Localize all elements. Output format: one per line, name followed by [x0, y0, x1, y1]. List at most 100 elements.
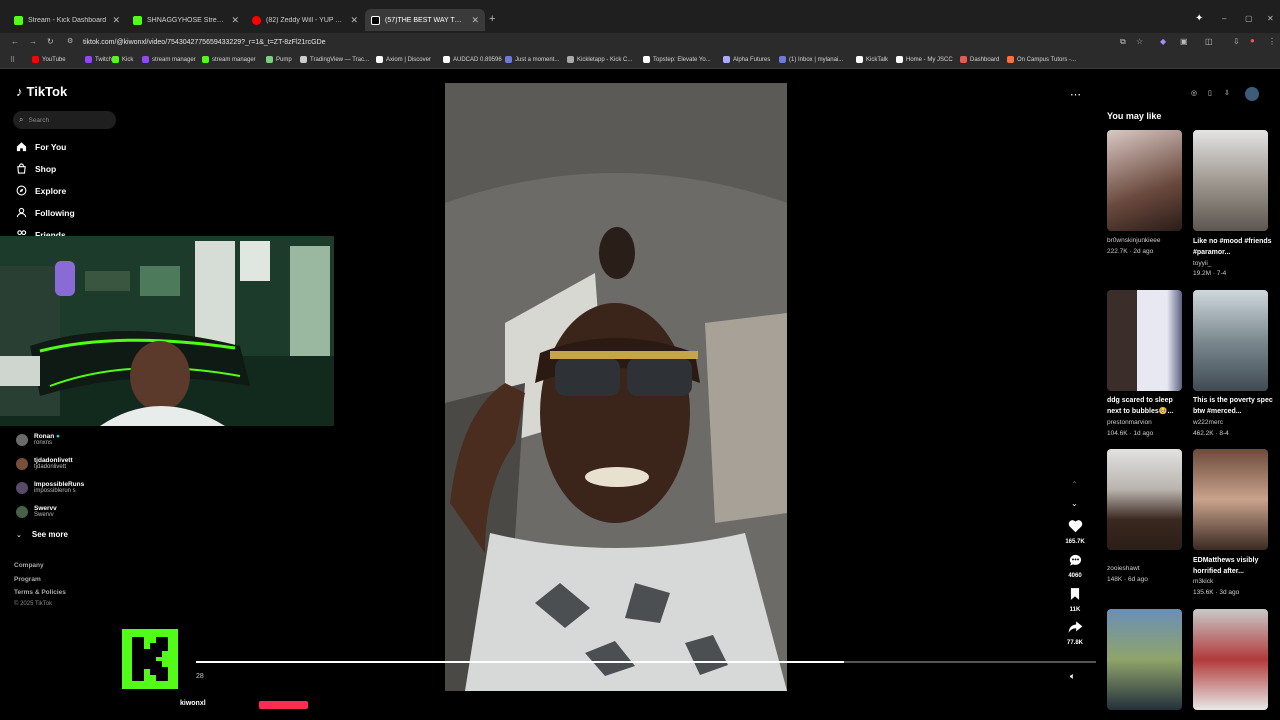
recommended-author[interactable]: w222merc	[1193, 419, 1223, 426]
avatar[interactable]	[1245, 87, 1259, 101]
search-input[interactable]: Search	[28, 117, 49, 124]
following-account[interactable]: Ronan ● ronxns	[16, 433, 60, 447]
video-author[interactable]: kiwonxl	[180, 700, 206, 707]
bookmark-item[interactable]: TradingView — Trac...	[300, 56, 369, 63]
video-thumbnail[interactable]	[1193, 449, 1268, 550]
recommended-title[interactable]: ddg scared to sleep next to bubbles🥺...	[1107, 395, 1187, 417]
recommended-title[interactable]: Like no #mood #friends #paramor...	[1193, 236, 1273, 258]
share-button[interactable]: 77.8K	[1062, 620, 1088, 646]
sidebar-icon[interactable]: ◫	[1205, 37, 1213, 46]
recommended-author[interactable]: toyyii_	[1193, 260, 1211, 267]
more-options-icon[interactable]: ⋯	[1070, 88, 1081, 101]
maximize-icon[interactable]: ▢	[1245, 14, 1253, 23]
bookmark-favicon-icon	[567, 56, 574, 63]
video-thumbnail[interactable]	[1107, 130, 1182, 231]
forward-icon[interactable]: →	[29, 37, 37, 46]
minimize-icon[interactable]: –	[1222, 14, 1226, 23]
see-more-button[interactable]: ⌄ See more	[16, 530, 68, 539]
bookmark-item[interactable]: Alpha Futures	[723, 56, 770, 63]
streamer-webcam	[0, 236, 334, 426]
browser-tab[interactable]: (82) Zeddy Will - YUP AND ✕	[246, 9, 364, 31]
recommended-author[interactable]: prestonmarvion	[1107, 419, 1152, 426]
bookmark-item[interactable]: Twitch	[85, 56, 112, 63]
footer-link-program[interactable]: Program	[14, 576, 41, 583]
reload-icon[interactable]: ↻	[47, 37, 54, 46]
recommended-author[interactable]: m3kick	[1193, 578, 1213, 585]
avatar	[16, 506, 28, 518]
bookmark-item[interactable]: AUDCAD 0.89596	[443, 56, 502, 63]
apps-grid-icon[interactable]: ⠿	[10, 56, 15, 64]
video-thumbnail[interactable]	[1193, 609, 1268, 710]
bookmark-item[interactable]: Dashboard	[960, 56, 999, 63]
close-tab-icon[interactable]: ✕	[350, 15, 358, 26]
gemini-icon[interactable]: ✦	[1195, 13, 1203, 24]
tiktok-logo[interactable]: ♪ TikTok	[16, 84, 67, 99]
you-may-like-heading: You may like	[1107, 111, 1162, 121]
browser-tab[interactable]: SHNAGGYHOSE Stream - Watc ✕	[127, 9, 245, 31]
footer-link-terms[interactable]: Terms & Policies	[14, 589, 66, 596]
close-tab-icon[interactable]: ✕	[471, 15, 479, 26]
profile-icon[interactable]: ●	[1250, 36, 1255, 45]
bookmark-item[interactable]: Axiom | Discover	[376, 56, 431, 63]
following-account[interactable]: ImpossibleRuns impossiblerun s	[16, 481, 84, 495]
comment-button[interactable]: 4060	[1062, 553, 1088, 579]
mobile-icon[interactable]: ▯	[1208, 89, 1212, 97]
video-frame[interactable]	[445, 83, 787, 691]
previous-video-icon[interactable]: ⌃	[1071, 480, 1078, 489]
browser-tab-active[interactable]: (57)THE BEST WAY TO LOV ✕	[365, 9, 485, 31]
bookmark-favicon-icon	[779, 56, 786, 63]
video-thumbnail[interactable]	[1107, 609, 1182, 710]
recommended-title[interactable]: EDMatthews visibly horrified after...	[1193, 555, 1273, 577]
bookmark-item[interactable]: YouTube	[32, 56, 66, 63]
bookmark-item[interactable]: Just a moment...	[505, 56, 559, 63]
new-tab-icon[interactable]: +	[489, 13, 495, 25]
nav-shop[interactable]: Shop	[16, 163, 56, 174]
bookmark-item[interactable]: Home - My JSCC	[896, 56, 953, 63]
extension-icon[interactable]: ◆	[1160, 37, 1166, 46]
screen-icon[interactable]: ◎	[1191, 89, 1197, 97]
following-account[interactable]: Swervv Swervv	[16, 505, 57, 519]
next-video-icon[interactable]: ⌄	[1071, 499, 1078, 508]
bookmark-item[interactable]: stream manager	[142, 56, 196, 63]
bookmark-favicon-icon	[896, 56, 903, 63]
recommended-stats: 222.7K · 2d ago	[1107, 248, 1154, 255]
nav-for-you[interactable]: For You	[16, 141, 66, 152]
bookmark-item[interactable]: Kick	[112, 56, 133, 63]
close-tab-icon[interactable]: ✕	[112, 15, 120, 26]
following-account[interactable]: tjdadonlivett tjdadonlivett	[16, 457, 73, 471]
bookmark-item[interactable]: (1) Inbox | mylanai...	[779, 56, 843, 63]
nav-following[interactable]: Following	[16, 207, 75, 218]
recommended-author[interactable]: br0wnskinjunkieee	[1107, 237, 1160, 244]
bookmark-item[interactable]: Kickletapp - Kick C...	[567, 56, 632, 63]
menu-icon[interactable]: ⋮	[1268, 37, 1276, 46]
video-thumbnail[interactable]	[1193, 130, 1268, 231]
bookmark-favicon-icon	[112, 56, 119, 63]
recommended-title[interactable]: This is the poverty spec btw #merced...	[1193, 395, 1273, 417]
bookmark-item[interactable]: stream manager	[202, 56, 256, 63]
download-icon[interactable]: ⇩	[1224, 89, 1230, 97]
bookmark-item[interactable]: Pump	[266, 56, 292, 63]
extensions-icon[interactable]: ▣	[1180, 37, 1188, 46]
site-info-icon[interactable]: ⚙	[67, 37, 73, 45]
bookmark-item[interactable]: On Campus Tutors -...	[1007, 56, 1076, 63]
bookmark-item[interactable]: KickTalk	[856, 56, 888, 63]
favorite-button[interactable]: 11K	[1062, 587, 1088, 613]
footer-link-company[interactable]: Company	[14, 562, 44, 569]
recommended-author[interactable]: zooieshawt	[1107, 565, 1140, 572]
url-input[interactable]: tiktok.com/@kiwonxl/video/75430427756594…	[83, 35, 1143, 50]
follow-button[interactable]	[259, 701, 308, 709]
webcam-image	[0, 236, 334, 426]
volume-icon[interactable]: 🔈︎	[1070, 671, 1075, 682]
like-button[interactable]: 165.7K	[1062, 519, 1088, 545]
video-thumbnail[interactable]	[1107, 290, 1182, 391]
nav-explore[interactable]: Explore	[16, 185, 66, 196]
close-tab-icon[interactable]: ✕	[231, 15, 239, 26]
browser-tab[interactable]: Stream - Kick Dashboard ✕	[8, 9, 126, 31]
downloads-icon[interactable]: ⇩	[1233, 37, 1240, 46]
video-thumbnail[interactable]	[1107, 449, 1182, 550]
video-thumbnail[interactable]	[1193, 290, 1268, 391]
search-box[interactable]: ⌕ Search	[13, 111, 116, 129]
back-icon[interactable]: ←	[11, 37, 19, 46]
close-window-icon[interactable]: ✕	[1267, 14, 1274, 23]
bookmark-item[interactable]: Topstep: Elevate Yo...	[643, 56, 711, 63]
